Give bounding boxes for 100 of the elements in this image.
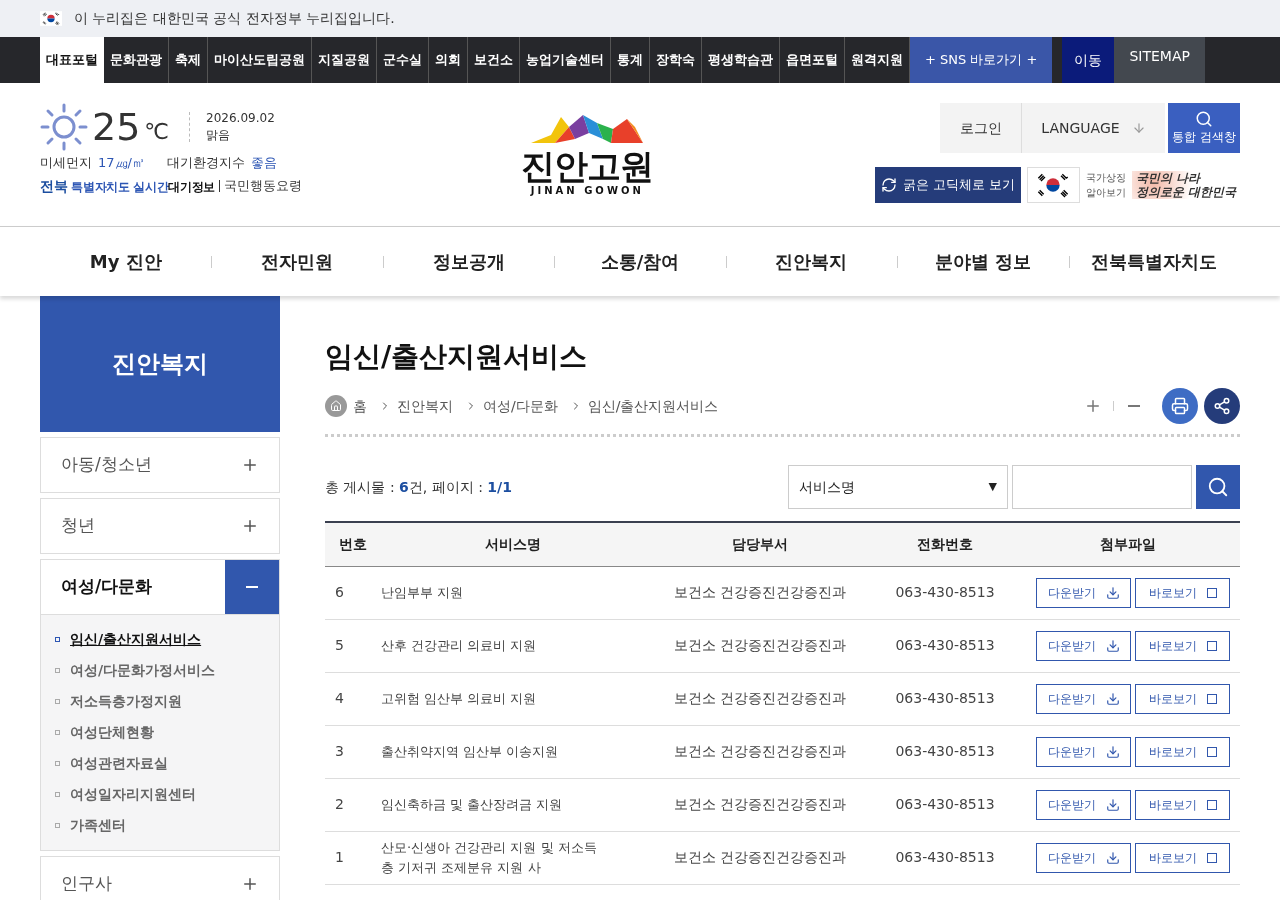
site-tab[interactable]: 마이산도립공원 [208,37,312,83]
korean-flag-icon [40,11,62,26]
table-cell: 1 [335,849,344,865]
move-button[interactable]: 이동 [1062,37,1115,83]
site-tab[interactable]: 의회 [429,37,468,83]
window-icon [1206,852,1217,863]
breadcrumb-link[interactable]: 임신/출산지원서비스 [587,395,719,417]
download-button[interactable]: 다운받기 [1036,630,1131,661]
temperature: 25 [92,108,141,146]
site-tab[interactable]: 지질공원 [312,37,377,83]
submenu-item[interactable]: 가족센터 [55,815,265,836]
search-input[interactable] [1012,465,1192,509]
sns-button[interactable]: + SNS 바로가기 + [910,37,1053,83]
download-button[interactable]: 다운받기 [1036,842,1131,873]
search-select[interactable]: 서비스명 ▼ [788,465,1008,509]
bullet-icon [55,637,60,642]
site-tab[interactable]: 대표포털 [40,37,104,83]
aqi-value: 좋음 [250,154,277,172]
download-button[interactable]: 다운받기 [1036,736,1131,767]
logo-title: 진안고원 [520,149,654,183]
table-cell: 3 [335,743,344,759]
sidebar-item[interactable]: 아동/청소년 [41,438,279,492]
site-tab[interactable]: 축제 [169,37,208,83]
main-menu-item[interactable]: 진안복지 [775,248,848,275]
bold-font-button[interactable]: 굵은 고딕체로 보기 [874,167,1021,203]
site-tab[interactable]: 군수실 [377,37,429,83]
table-cell: 063-430-8513 [895,743,995,759]
table-cell: 063-430-8513 [895,690,995,706]
print-button[interactable] [1162,388,1198,424]
table-cell: 063-430-8513 [895,637,995,653]
column-header: 전화번호 [917,535,973,552]
sitemap-button[interactable]: SITEMAP [1114,37,1205,83]
view-button[interactable]: 바로보기 [1135,577,1230,608]
column-header: 번호 [338,535,367,552]
column-header: 첨부파일 [1099,535,1156,552]
dust-label: 미세먼지 [40,154,92,172]
breadcrumb-link[interactable]: 홈 [353,395,367,417]
refresh-icon [880,177,897,193]
language-button[interactable]: LANGUAGE [1022,103,1165,153]
main-menu-item[interactable]: 전자민원 [261,248,334,275]
air-quality-link[interactable]: 전북 특별자치도 실시간대기정보 [40,175,216,197]
minus-icon [1128,405,1140,407]
download-icon [1105,638,1120,653]
submenu-item[interactable]: 임신/출산지원서비스 [55,629,265,650]
main-menu-item[interactable]: 소통/참여 [600,248,680,275]
slogan-logo: 국민의 나라 정의로운 대한민국 [1131,171,1240,199]
table-cell: 6 [335,584,344,600]
post-count: 총 게시물 : 6건, 페이지 : 1/1 [325,477,512,497]
table-cell: 보건소 건강증진건강증진과 [673,796,847,812]
view-button[interactable]: 바로보기 [1135,630,1230,661]
national-symbol-link[interactable]: 국가상징 알아보기 [1085,170,1126,200]
window-icon [1206,799,1217,810]
view-button[interactable]: 바로보기 [1135,789,1230,820]
expand-icon [241,875,259,893]
login-button[interactable]: 로그인 [940,103,1022,153]
sidebar-item[interactable]: 인구사 [41,857,279,900]
site-tab[interactable]: 문화관광 [104,37,169,83]
view-button[interactable]: 바로보기 [1135,683,1230,714]
site-tab[interactable]: 보건소 [468,37,520,83]
table-cell: 난임부부 지원 [381,584,464,600]
search-button[interactable]: 통합 검색창 [1168,103,1240,153]
action-guide-link[interactable]: 국민행동요령 [224,176,303,196]
breadcrumb-link[interactable]: 여성/다문화 [483,395,558,417]
sidebar-item[interactable]: 여성/다문화 [41,560,279,614]
submenu-item[interactable]: 여성/다문화가정서비스 [55,660,265,681]
download-button[interactable]: 다운받기 [1036,789,1131,820]
view-button[interactable]: 바로보기 [1135,736,1230,767]
main-menu-item[interactable]: 분야별 정보 [934,248,1031,275]
share-button[interactable] [1204,388,1240,424]
download-button[interactable]: 다운받기 [1036,577,1131,608]
search-icon [1207,476,1229,498]
table-cell: 063-430-8513 [895,796,995,812]
submenu-item[interactable]: 여성관련자료실 [55,753,265,774]
site-logo[interactable]: 진안고원 JINAN GOWON [520,113,654,198]
weather-condition: 맑음 [206,127,232,144]
bullet-icon [55,730,60,735]
submenu-item[interactable]: 저소득층가정지원 [55,691,265,712]
table-cell: 산모·신생아 건강관리 지원 및 저소득층 기저귀 조제분유 지원 사 [381,839,597,875]
breadcrumb-link[interactable]: 진안복지 [397,395,453,417]
sidebar-item[interactable]: 청년 [41,499,279,553]
download-button[interactable]: 다운받기 [1036,683,1131,714]
site-tab[interactable]: 통계 [611,37,650,83]
search-submit-button[interactable] [1196,465,1240,509]
table-cell: 2 [335,796,344,812]
view-button[interactable]: 바로보기 [1135,842,1230,873]
download-icon [1105,744,1120,759]
main-menu-item[interactable]: My 진안 [89,248,162,275]
submenu-item[interactable]: 여성단체현황 [55,722,265,743]
main-menu-item[interactable]: 정보공개 [432,248,505,275]
site-tab[interactable]: 장학숙 [650,37,702,83]
table-cell: 보건소 건강증진건강증진과 [673,743,847,759]
site-tab[interactable]: 읍면포털 [780,37,845,83]
window-icon [1206,746,1217,757]
submenu-item[interactable]: 여성일자리지원센터 [55,784,265,805]
main-menu-item[interactable]: 전북특별자치도 [1091,248,1218,275]
site-tab[interactable]: 평생학습관 [702,37,780,83]
table-cell: 산후 건강관리 의료비 지원 [381,637,537,653]
table-cell: 보건소 건강증진건강증진과 [673,637,847,653]
site-tab[interactable]: 농업기술센터 [520,37,611,83]
table-cell: 보건소 건강증진건강증진과 [673,849,847,865]
